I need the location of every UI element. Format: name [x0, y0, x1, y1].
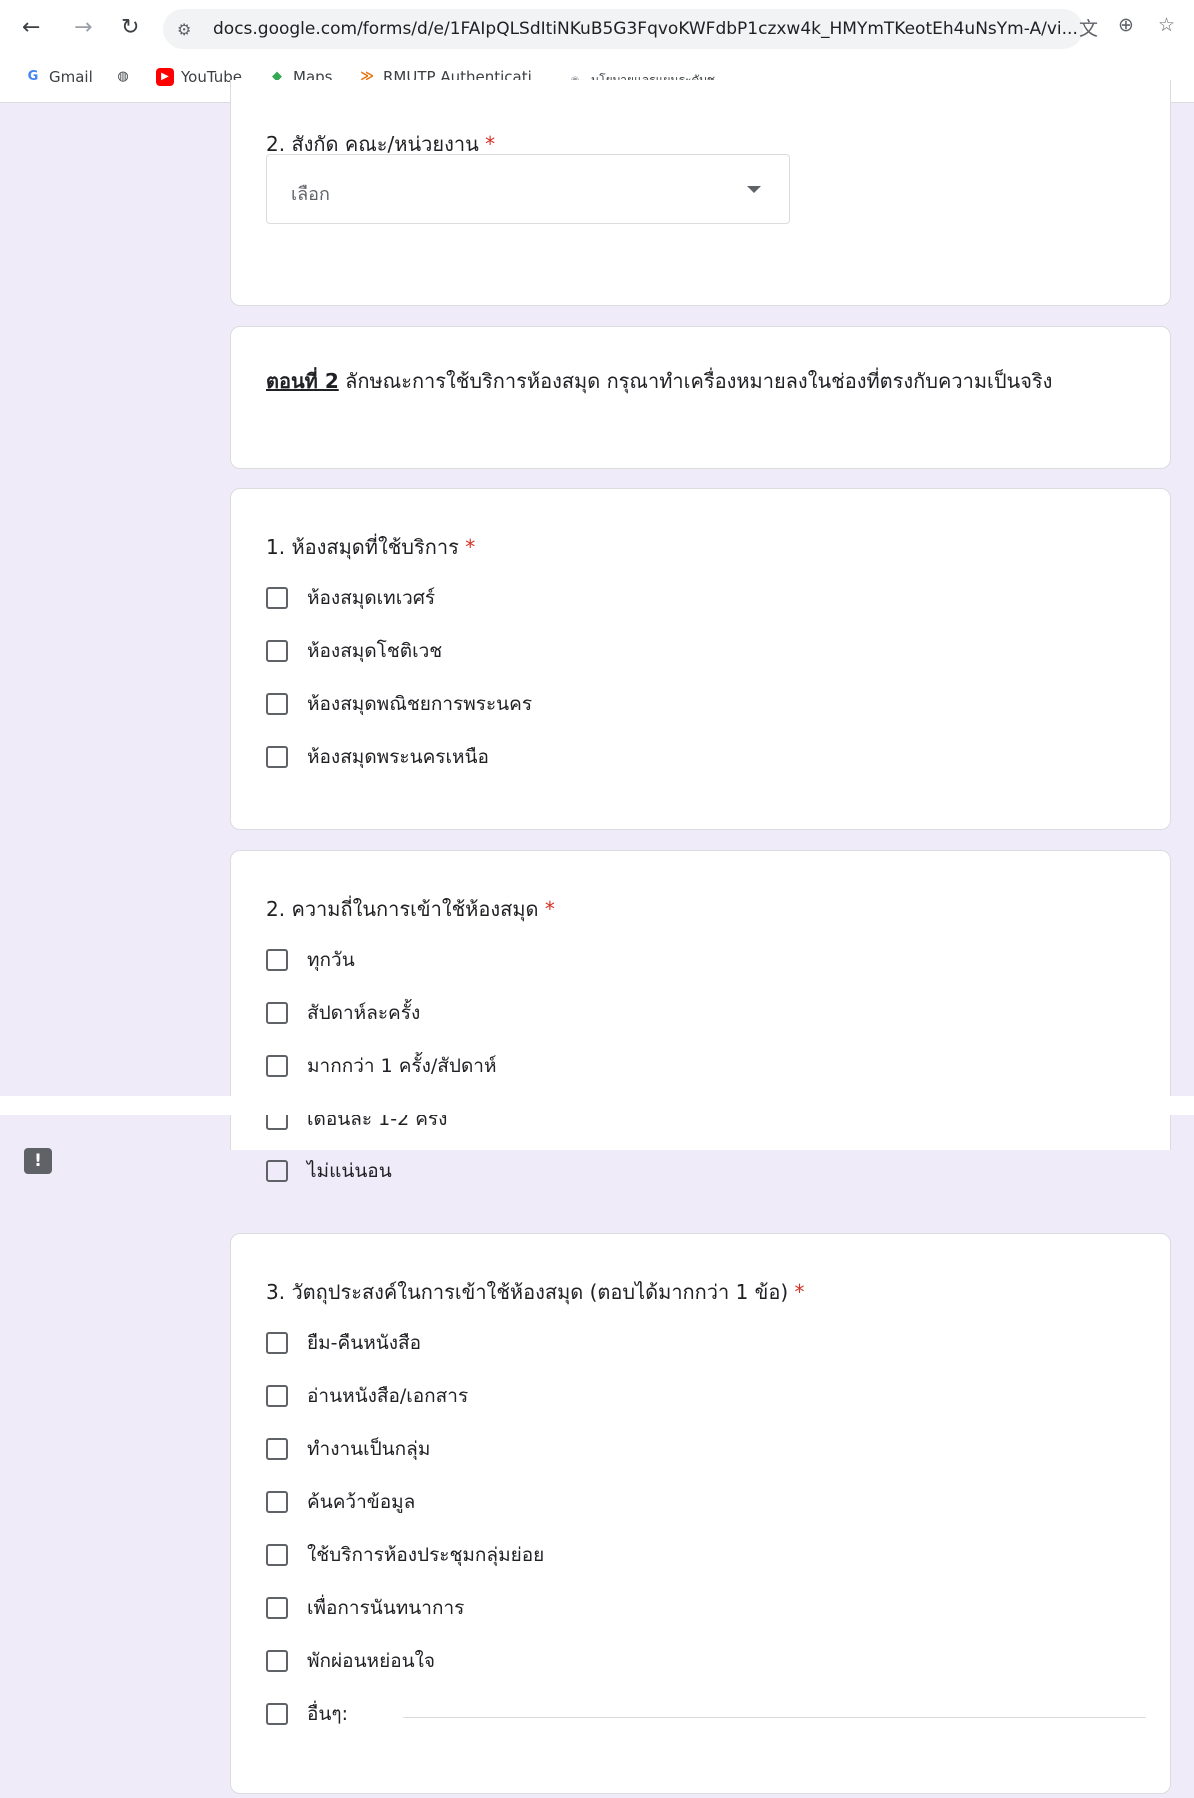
option-label: ยืม-คืนหนังสือ	[307, 1332, 422, 1354]
checkbox-option[interactable]: ทุกวัน	[266, 945, 355, 975]
question-title-text: 3. วัตถุประสงค์ในการเข้าใช้ห้องสมุด (ตอบ…	[266, 1280, 789, 1304]
checkbox[interactable]	[266, 1055, 288, 1077]
checkbox[interactable]	[266, 1650, 288, 1672]
checkbox[interactable]	[266, 1438, 288, 1460]
required-mark: *	[485, 132, 496, 156]
screenshot-divider	[0, 1096, 1194, 1115]
translate-icon[interactable]: 文	[1079, 14, 1098, 41]
checkbox[interactable]	[266, 1491, 288, 1513]
bookmark-gmail[interactable]: G Gmail	[24, 68, 93, 86]
checkbox[interactable]	[266, 1544, 288, 1566]
checkbox-option[interactable]: ทำงานเป็นกลุ่ม	[266, 1434, 430, 1464]
checkbox-option[interactable]: สัปดาห์ละครั้ง	[266, 998, 420, 1028]
browser-toolbar: ← → ↻ ⚙ docs.google.com/forms/d/e/1FAIpQ…	[0, 0, 1194, 60]
checkbox-option[interactable]: ห้องสมุดเทเวศร์	[266, 583, 435, 613]
checkbox[interactable]	[266, 1160, 288, 1182]
question-card-q1: 1. ห้องสมุดที่ใช้บริการ * ห้องสมุดเทเวศร…	[230, 488, 1171, 830]
option-label: ไม่แน่นอน	[307, 1160, 392, 1182]
option-label: ห้องสมุดพระนครเหนือ	[307, 746, 489, 768]
chevron-down-icon	[747, 186, 761, 193]
option-label: มากกว่า 1 ครั้ง/สัปดาห์	[307, 1055, 497, 1077]
question-title: 1. ห้องสมุดที่ใช้บริการ *	[266, 531, 475, 563]
required-mark: *	[465, 535, 476, 559]
section-text: ลักษณะการใช้บริการห้องสมุด กรุณาทำเครื่อ…	[338, 369, 1053, 393]
checkbox[interactable]	[266, 1703, 288, 1725]
checkbox[interactable]	[266, 746, 288, 768]
option-label: สัปดาห์ละครั้ง	[307, 1002, 421, 1024]
section-description: ตอนที่ 2 ลักษณะการใช้บริการห้องสมุด กรุณ…	[266, 363, 1136, 399]
option-label: ใช้บริการห้องประชุมกลุ่มย่อย	[307, 1544, 545, 1566]
checkbox[interactable]	[266, 949, 288, 971]
checkbox[interactable]	[266, 640, 288, 662]
back-icon[interactable]: ←	[22, 15, 40, 40]
forward-icon[interactable]: →	[74, 15, 92, 40]
bookmark-star-icon[interactable]: ☆	[1158, 14, 1175, 36]
checkbox-option[interactable]: ห้องสมุดพณิชยการพระนคร	[266, 689, 532, 719]
question-card-q3: 3. วัตถุประสงค์ในการเข้าใช้ห้องสมุด (ตอบ…	[230, 1233, 1171, 1794]
checkbox[interactable]	[266, 587, 288, 609]
option-label: เพื่อการนันทนาการ	[307, 1597, 465, 1619]
option-label: ห้องสมุดโชติเวช	[307, 640, 443, 662]
question-title-text: 2. สังกัด คณะ/หน่วยงาน	[266, 132, 479, 156]
checkbox[interactable]	[266, 1002, 288, 1024]
question-title: 2. ความถี่ในการเข้าใช้ห้องสมุด *	[266, 893, 555, 925]
section-number: ตอนที่ 2	[266, 369, 339, 393]
url-text[interactable]: docs.google.com/forms/d/e/1FAIpQLSdItiNK…	[213, 19, 1078, 39]
checkbox-option[interactable]: ค้นคว้าข้อมูล	[266, 1487, 415, 1517]
checkbox[interactable]	[266, 1597, 288, 1619]
option-label: ค้นคว้าข้อมูล	[307, 1491, 416, 1513]
checkbox-option[interactable]: อ่านหนังสือ/เอกสาร	[266, 1381, 468, 1411]
checkbox-option[interactable]: ไม่แน่นอน	[266, 1156, 392, 1186]
option-label: อ่านหนังสือ/เอกสาร	[307, 1385, 469, 1407]
checkbox-option[interactable]: ห้องสมุดพระนครเหนือ	[266, 742, 489, 772]
checkbox-option[interactable]: ใช้บริการห้องประชุมกลุ่มย่อย	[266, 1540, 544, 1570]
option-label: ห้องสมุดเทเวศร์	[307, 587, 436, 609]
checkbox-option[interactable]: ห้องสมุดโชติเวช	[266, 636, 442, 666]
required-mark: *	[544, 897, 555, 921]
other-text-input[interactable]	[403, 1717, 1146, 1718]
checkbox-option[interactable]: ยืม-คืนหนังสือ	[266, 1328, 421, 1358]
site-info-icon[interactable]: ⚙	[177, 20, 191, 39]
select-value: เลือก	[291, 184, 330, 205]
option-label: ห้องสมุดพณิชยการพระนคร	[307, 693, 533, 715]
bookmark-label: Gmail	[49, 68, 93, 86]
option-label: อื่นๆ:	[307, 1703, 349, 1725]
section-header-card: ตอนที่ 2 ลักษณะการใช้บริการห้องสมุด กรุณ…	[230, 326, 1171, 469]
required-mark: *	[794, 1280, 805, 1304]
report-feedback-icon[interactable]: !	[24, 1148, 52, 1174]
checkbox-option[interactable]: มากกว่า 1 ครั้ง/สัปดาห์	[266, 1051, 497, 1081]
globe-icon: ◍	[117, 69, 129, 84]
option-label: พักผ่อนหย่อนใจ	[307, 1650, 436, 1672]
option-label: ทุกวัน	[307, 949, 355, 971]
checkbox-option[interactable]: เพื่อการนันทนาการ	[266, 1593, 464, 1623]
affiliation-select[interactable]: เลือก	[266, 154, 790, 224]
address-bar[interactable]: ⚙ docs.google.com/forms/d/e/1FAIpQLSdIti…	[163, 9, 1083, 49]
question-card-affiliation: 2. สังกัด คณะ/หน่วยงาน * เลือก	[230, 80, 1171, 306]
checkbox-option[interactable]: พักผ่อนหย่อนใจ	[266, 1646, 435, 1676]
question-title-text: 2. ความถี่ในการเข้าใช้ห้องสมุด	[266, 897, 539, 921]
checkbox[interactable]	[266, 693, 288, 715]
bookmark-globe[interactable]: ◍	[114, 68, 139, 86]
checkbox[interactable]	[266, 1332, 288, 1354]
checkbox[interactable]	[266, 1385, 288, 1407]
option-label: ทำงานเป็นกลุ่ม	[307, 1438, 431, 1460]
gmail-icon: G	[27, 69, 39, 84]
checkbox-option-other[interactable]: อื่นๆ:	[266, 1699, 348, 1729]
reload-icon[interactable]: ↻	[121, 15, 139, 40]
zoom-icon[interactable]: ⊕	[1118, 14, 1134, 36]
youtube-icon: ▶	[156, 68, 174, 86]
question-title: 3. วัตถุประสงค์ในการเข้าใช้ห้องสมุด (ตอบ…	[266, 1276, 805, 1308]
question-title-text: 1. ห้องสมุดที่ใช้บริการ	[266, 535, 459, 559]
